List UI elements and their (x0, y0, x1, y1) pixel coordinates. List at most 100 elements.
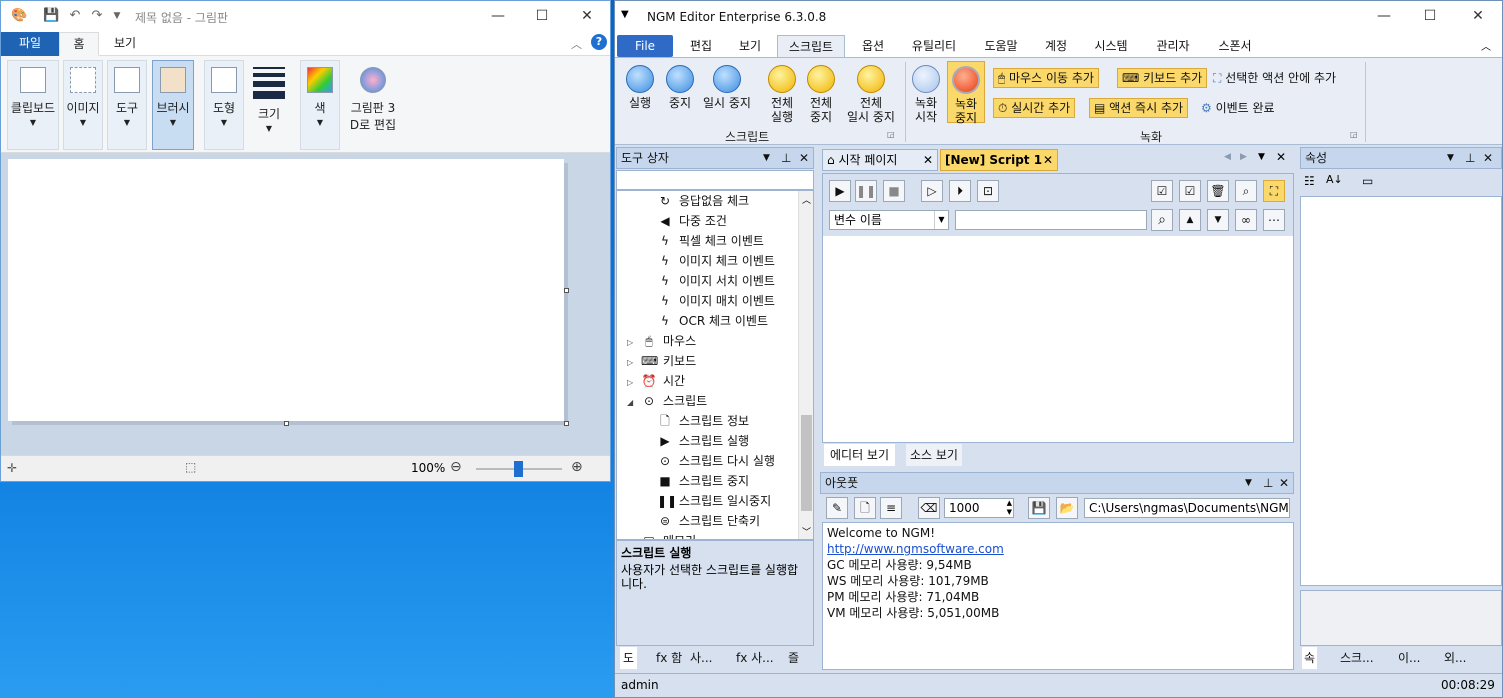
tab-properties[interactable]: 속 (1302, 647, 1318, 669)
menu-sponsor[interactable]: 스폰서 (1211, 35, 1259, 57)
panel-dropdown-icon[interactable]: ▼ (1245, 473, 1252, 493)
ngm-minimize-button[interactable]: — (1361, 1, 1407, 31)
script-editor-area[interactable] (823, 236, 1293, 442)
menu-system[interactable]: 시스템 (1087, 35, 1135, 57)
redo-icon[interactable]: ↷ (89, 8, 105, 24)
toolbox-item[interactable]: ▷ ⌨ 키보드 (627, 351, 696, 371)
tab-external-api[interactable]: 외... (1444, 647, 1466, 669)
size-group[interactable]: 크기 ▼ (249, 60, 289, 150)
undo-icon[interactable]: ↶ (67, 8, 83, 24)
ngm-maximize-button[interactable]: ☐ (1407, 1, 1453, 31)
menu-help[interactable]: 도움말 (977, 35, 1025, 57)
tab-toolbox[interactable]: 도 (620, 647, 638, 669)
toolbox-item[interactable]: ■ 스크립트 중지 (657, 471, 749, 491)
toolbox-item[interactable]: ⊙ 스크립트 다시 실행 (657, 451, 775, 471)
menu-account[interactable]: 계정 (1039, 35, 1073, 57)
script-group-expand-icon[interactable]: ◲ (887, 130, 895, 139)
stepper-icon[interactable]: ▲ ▼ (1007, 499, 1012, 517)
run-line-icon[interactable]: ⏵ (949, 180, 971, 202)
eraser-icon[interactable]: ⌫ (918, 497, 940, 519)
pause-all-button[interactable]: 전체 일시 중지 (843, 65, 899, 124)
event-done-button[interactable]: ⚙ 이벤트 완료 (1201, 99, 1275, 119)
tab-next-icon[interactable]: ▶ (1240, 152, 1247, 162)
menu-view[interactable]: 보기 (733, 35, 767, 57)
tab-user[interactable]: 사... (690, 647, 712, 669)
record-group-expand-icon[interactable]: ◲ (1350, 130, 1358, 139)
close-icon[interactable]: ✕ (923, 150, 933, 170)
tools-group[interactable]: 도구 ▼ (107, 60, 147, 150)
toolbox-search[interactable] (616, 170, 814, 190)
variable-search-input[interactable] (955, 210, 1147, 230)
paint-tab-view[interactable]: 보기 (105, 32, 145, 56)
more-icon[interactable]: ⋯ (1263, 209, 1285, 231)
tab-script-1[interactable]: [New] Script 1 ✕ (940, 149, 1058, 171)
record-start-button[interactable]: 녹화 시작 (909, 65, 943, 124)
add-action-now-button[interactable]: ▤ 액션 즉시 추가 (1089, 98, 1189, 118)
tab-start-page[interactable]: ⌂ 시작 페이지 ✕ (822, 149, 938, 171)
resize-handle-corner[interactable] (564, 421, 569, 426)
add-realtime-button[interactable]: ⏱ 실시간 추가 (993, 98, 1076, 118)
check-icon[interactable]: ☑ (1179, 180, 1201, 202)
colors-group[interactable]: 색 ▼ (300, 60, 340, 150)
tab-user-functions[interactable]: fx 사... (736, 647, 774, 669)
paint-maximize-button[interactable]: ☐ (519, 1, 565, 31)
resize-handle-right[interactable] (564, 288, 569, 293)
tab-favorites[interactable]: 즐 (788, 647, 799, 669)
add-inside-action-button[interactable]: ⛶ 선택한 액션 안에 추가 (1213, 69, 1336, 89)
toolbox-scrollbar[interactable]: ︿ ﹀ (798, 191, 813, 539)
clipboard-group[interactable]: 클립보드 ▼ (7, 60, 59, 150)
toolbox-item[interactable]: ▷▤메모리 (627, 531, 696, 539)
stop-button[interactable]: 중지 (663, 65, 697, 110)
menu-options[interactable]: 옵션 (855, 35, 891, 57)
menu-script[interactable]: 스크립트 (777, 35, 845, 57)
save-icon[interactable]: 💾 (1028, 497, 1050, 519)
run-selection-icon[interactable]: ⊡ (977, 180, 999, 202)
run-all-button[interactable]: 전체 실행 (765, 65, 799, 124)
search-down-icon[interactable]: ▼ (1207, 209, 1229, 231)
menu-file[interactable]: File (617, 35, 673, 57)
categorized-icon[interactable]: ☷ (1304, 174, 1315, 188)
paint3d-button[interactable]: 그림판 3 D로 편집 (345, 60, 401, 150)
pause-button[interactable]: 일시 중지 (701, 65, 753, 110)
expand-arrow-icon[interactable]: ◢ (627, 393, 635, 413)
paint-minimize-button[interactable]: — (475, 1, 521, 31)
paint-canvas[interactable] (8, 159, 564, 421)
expand-arrow-icon[interactable]: ▷ (627, 533, 635, 539)
tab-images[interactable]: 이... (1398, 647, 1420, 669)
toolbox-item[interactable]: ϟ OCR 체크 이벤트 (657, 311, 768, 331)
ngm-menu-dropdown-icon[interactable]: ▼ (621, 9, 629, 20)
menu-utility[interactable]: 유틸리티 (903, 35, 965, 57)
tab-source-view[interactable]: 소스 보기 (906, 444, 962, 466)
expand-arrow-icon[interactable]: ▷ (627, 373, 635, 393)
help-icon[interactable]: ? (591, 34, 607, 50)
step-icon[interactable]: ▷ (921, 180, 943, 202)
quick-access-dropdown-icon[interactable]: ▼ (109, 8, 125, 24)
pin-icon[interactable]: ⊥ (1465, 148, 1475, 168)
check-all-icon[interactable]: ☑ (1151, 180, 1173, 202)
paint-tab-file[interactable]: 파일 (1, 32, 59, 56)
property-pages-icon[interactable]: ▭ (1362, 174, 1373, 188)
panel-dropdown-icon[interactable]: ▼ (1447, 148, 1454, 168)
brushes-group[interactable]: 브러시 ▼ (152, 60, 194, 150)
expand-arrow-icon[interactable]: ▷ (627, 353, 635, 373)
tree-view-icon[interactable]: ⛶ (1263, 180, 1285, 202)
toolbox-item[interactable]: ❚❚ 스크립트 일시중지 (657, 491, 771, 511)
tab-functions[interactable]: fx 함 (656, 647, 682, 669)
pin-icon[interactable]: ⊥ (781, 148, 791, 168)
zoom-slider-thumb[interactable] (514, 461, 523, 477)
toolbox-item[interactable]: ϟ 이미지 매치 이벤트 (657, 291, 775, 311)
close-icon[interactable]: ✕ (799, 148, 809, 168)
line-count-input[interactable]: 1000 ▲ ▼ (944, 498, 1014, 518)
collapse-ribbon-icon[interactable]: ︿ (1481, 38, 1491, 53)
collapse-ribbon-icon[interactable]: ︿ (571, 36, 582, 52)
infinity-icon[interactable]: ∞ (1235, 209, 1257, 231)
tab-script-explorer[interactable]: 스크... (1340, 647, 1374, 669)
close-icon[interactable]: ✕ (1276, 150, 1286, 164)
add-mouse-move-button[interactable]: 🖱 마우스 이동 추가 (993, 68, 1099, 88)
expand-arrow-icon[interactable]: ▷ (627, 333, 635, 353)
close-icon[interactable]: ✕ (1483, 148, 1493, 168)
chevron-down-icon[interactable]: ▼ (934, 211, 948, 229)
image-group[interactable]: 이미지 ▼ (63, 60, 103, 150)
menu-admin[interactable]: 관리자 (1149, 35, 1197, 57)
output-path-field[interactable]: C:\Users\ngmas\Documents\NGM6\ (1084, 498, 1290, 518)
